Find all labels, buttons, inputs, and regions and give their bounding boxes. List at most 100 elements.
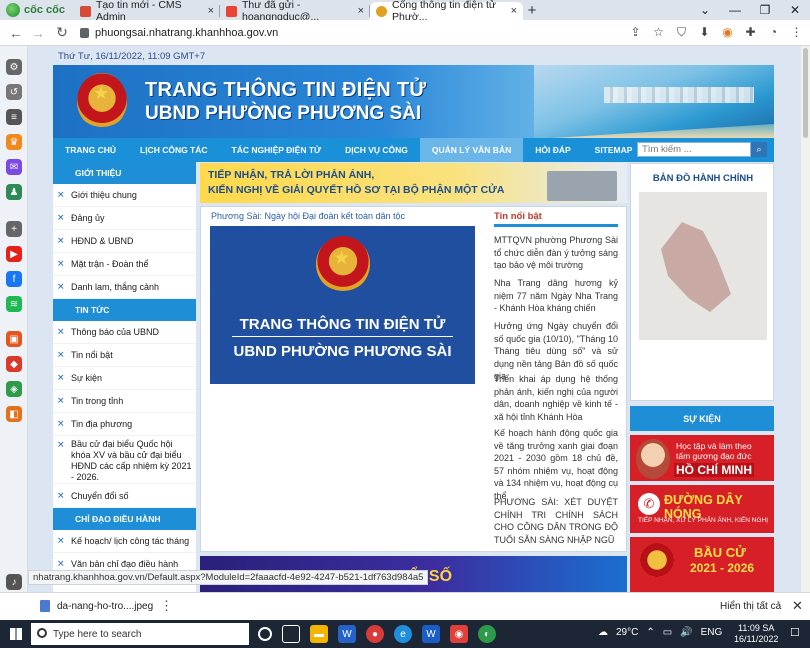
forward-icon[interactable]: → <box>28 25 48 41</box>
notification-bell-icon[interactable]: ♪ <box>6 574 22 590</box>
new-tab-button[interactable]: + <box>523 2 541 19</box>
nav-item[interactable]: ✕ Kế hoạch/ lịch công tác tháng <box>53 530 196 553</box>
close-tab-icon[interactable]: × <box>511 5 517 17</box>
nav-item[interactable]: ✕ HĐND & UBND <box>53 230 196 253</box>
messenger-icon[interactable]: ✉ <box>6 159 22 175</box>
ho-chi-minh-banner[interactable]: Học tập và làm theo tấm gương đạo đức HỒ… <box>630 435 774 481</box>
minimize-icon[interactable]: — <box>720 0 750 20</box>
tab-phuong-sai-portal[interactable]: Cổng thông tin điện tử Phườ... × <box>370 0 523 23</box>
download-file-name[interactable]: da-nang-ho-tro....jpeg <box>57 601 153 612</box>
election-banner[interactable]: BẦU CỬ 2021 - 2026 <box>630 537 774 592</box>
nav-item[interactable]: ✕ Đảng ủy <box>53 207 196 230</box>
chevron-up-icon[interactable]: ⌃ <box>646 627 654 638</box>
tab-cms-admin[interactable]: Tạo tin mới - CMS Admin × <box>74 0 220 23</box>
nav-item[interactable]: ✕ Sự kiện <box>53 367 196 390</box>
url-field[interactable]: phuongsai.nhatrang.khanhhoa.gov.vn <box>80 24 710 42</box>
one-stop-banner[interactable]: TIẾP NHẬN, TRẢ LỜI PHẢN ÁNH, KIẾN NGHỊ V… <box>200 163 627 203</box>
task-view-icon[interactable] <box>282 625 300 643</box>
nav-item[interactable]: ✕ Tin nổi bật <box>53 344 196 367</box>
clock[interactable]: 11:09 SA 16/11/2022 <box>734 623 778 645</box>
nav-item[interactable]: ✕ Tin trong tỉnh <box>53 390 196 413</box>
more-options-icon[interactable]: ⋮ <box>160 598 173 614</box>
temperature[interactable]: 29°C <box>616 627 638 638</box>
notes-icon[interactable]: ≡ <box>6 109 22 125</box>
browser-brand[interactable]: cốc cốc <box>0 0 74 20</box>
hot-news-item[interactable]: Kế hoạch hành động quốc gia về tăng trưở… <box>494 427 618 502</box>
menu-e-operations[interactable]: TÁC NGHIỆP ĐIỆN TỬ <box>220 138 334 162</box>
language-indicator[interactable]: ENG <box>701 627 723 638</box>
edge-icon[interactable]: e <box>394 625 412 643</box>
scroll-thumb[interactable] <box>803 48 808 138</box>
close-tab-icon[interactable]: × <box>358 5 364 17</box>
spotify-icon[interactable]: ≋ <box>6 296 22 312</box>
word-icon[interactable]: W <box>338 625 356 643</box>
game-icon[interactable]: ♟ <box>6 184 22 200</box>
download-icon[interactable]: ⬇ <box>697 24 712 40</box>
close-icon[interactable]: ✕ <box>792 598 803 614</box>
network-icon[interactable]: ▭ <box>663 627 672 638</box>
windows-start-icon[interactable] <box>10 628 22 640</box>
youtube-icon[interactable]: ▶ <box>6 246 22 262</box>
menu-sitemap[interactable]: SITEMAP <box>583 138 645 162</box>
events-header[interactable]: SỰ KIỆN <box>630 406 774 431</box>
restore-icon[interactable]: ❐ <box>750 0 780 20</box>
nav-item[interactable]: ✕ Bầu cử đại biểu Quốc hội khóa XV và bầu… <box>53 436 196 484</box>
app-icon[interactable]: ◉ <box>450 625 468 643</box>
menu-dots-icon[interactable]: ⋮ <box>789 24 804 40</box>
close-window-icon[interactable]: ✕ <box>780 0 810 20</box>
hot-news-item[interactable]: Triển khai áp dụng hệ thống phản ánh, ki… <box>494 373 618 423</box>
menu-home[interactable]: TRANG CHỦ <box>53 138 128 162</box>
search-icon[interactable]: ⌕ <box>751 142 767 157</box>
back-icon[interactable]: ← <box>6 25 26 41</box>
banner-title: TRANG THÔNG TIN ĐIỆN TỬ <box>145 79 427 101</box>
show-all-button[interactable]: Hiển thị tất cả <box>720 601 781 612</box>
nav-item[interactable]: ✕ Mặt trận - Đoàn thể <box>53 253 196 276</box>
app-icon[interactable]: ◧ <box>6 406 22 422</box>
nav-item[interactable]: ✕ Danh lam, thắng cảnh <box>53 276 196 299</box>
taskbar-search[interactable]: Type here to search <box>31 623 249 645</box>
hot-news-item[interactable]: PHƯƠNG SÀI: XÉT DUYỆT CHÍNH TRI CHÍNH SÁ… <box>494 496 618 546</box>
crown-icon[interactable]: ♛ <box>6 134 22 150</box>
app-icon[interactable]: ◈ <box>6 381 22 397</box>
nav-item[interactable]: ✕ Chuyển đổi số <box>53 484 196 508</box>
facebook-icon[interactable]: f <box>6 271 22 287</box>
hot-news-item[interactable]: MTTQVN phường Phương Sài tổ chức diễn đà… <box>494 234 618 272</box>
menu-qa[interactable]: HỎI ĐÁP <box>523 138 582 162</box>
tab-gmail[interactable]: Thư đã gửi - hoangngduc@... × <box>220 0 370 23</box>
close-tab-icon[interactable]: × <box>208 5 214 17</box>
chrome-icon[interactable]: ● <box>366 625 384 643</box>
nav-item[interactable]: ✕ Tin địa phương <box>53 413 196 436</box>
menu-public-services[interactable]: DỊCH VỤ CÔNG <box>333 138 420 162</box>
tab-search-icon[interactable]: ⌄ <box>690 0 720 20</box>
shopping-icon[interactable]: ▣ <box>6 331 22 347</box>
bookmark-star-icon[interactable]: ☆ <box>651 24 666 40</box>
file-explorer-icon[interactable]: ▬ <box>310 625 328 643</box>
profile-icon[interactable]: ◔ <box>766 24 781 40</box>
nav-item[interactable]: ✕ Giới thiệu chung <box>53 184 196 207</box>
share-icon[interactable]: ⇪ <box>628 24 643 40</box>
app-icon[interactable]: ◆ <box>6 356 22 372</box>
settings-gear-icon[interactable]: ⚙ <box>6 59 22 75</box>
hotline-banner[interactable]: ✆ ĐƯỜNG DÂY NÓNG TIẾP NHẬN, XỬ LÝ PHẢN Á… <box>630 485 774 533</box>
notification-icon[interactable]: ☐ <box>790 626 800 639</box>
volume-icon[interactable]: 🔊 <box>680 627 692 638</box>
shield-icon[interactable]: ⛉ <box>674 24 689 40</box>
menu-documents[interactable]: QUẢN LÝ VĂN BẢN <box>419 138 524 162</box>
featured-image[interactable]: TRANG THÔNG TIN ĐIỆN TỬ UBND PHƯỜNG PHƯƠ… <box>210 226 475 384</box>
search-input[interactable]: Tìm kiếm ... <box>637 142 751 157</box>
cortana-icon[interactable] <box>258 627 272 641</box>
add-shortcut-icon[interactable]: + <box>6 221 22 237</box>
history-icon[interactable]: ↺ <box>6 84 22 100</box>
reload-icon[interactable]: ↻ <box>52 24 72 41</box>
coccoc-icon[interactable]: ◐ <box>478 625 496 643</box>
menu-schedule[interactable]: LỊCH CÔNG TÁC <box>128 138 220 162</box>
featured-title[interactable]: Phương Sài: Ngày hội Đại đoàn kết toàn d… <box>211 211 405 221</box>
hot-news-item[interactable]: Nha Trang dâng hương kỷ niệm 77 năm Ngày… <box>494 277 618 315</box>
nav-item[interactable]: ✕ Thông báo của UBND <box>53 321 196 344</box>
word-doc-icon[interactable]: W <box>422 625 440 643</box>
extension-color-icon[interactable]: ◉ <box>720 24 735 40</box>
admin-map-image[interactable] <box>639 192 767 340</box>
page-scrollbar[interactable] <box>801 46 810 592</box>
puzzle-icon[interactable]: ✚ <box>743 24 758 40</box>
bullet-x-icon: ✕ <box>57 372 65 383</box>
